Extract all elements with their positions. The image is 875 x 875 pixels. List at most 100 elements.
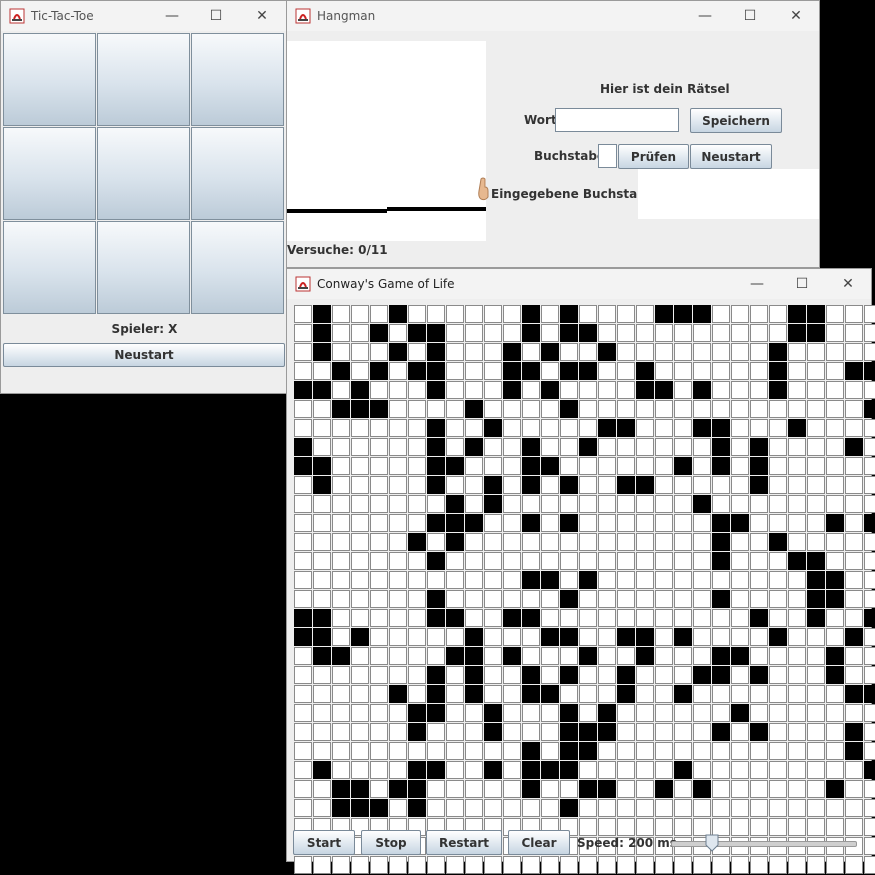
life-cell[interactable] (750, 343, 768, 361)
life-cell[interactable] (541, 761, 559, 779)
life-cell[interactable] (617, 818, 635, 836)
life-cell[interactable] (845, 400, 863, 418)
life-cell[interactable] (655, 609, 673, 627)
life-cell[interactable] (788, 666, 806, 684)
life-cell[interactable] (750, 457, 768, 475)
life-cell[interactable] (864, 362, 875, 380)
life-cell[interactable] (636, 438, 654, 456)
life-cell[interactable] (465, 647, 483, 665)
life-cell[interactable] (655, 628, 673, 646)
life-cell[interactable] (313, 571, 331, 589)
life-cell[interactable] (522, 609, 540, 627)
life-cell[interactable] (370, 628, 388, 646)
life-cell[interactable] (655, 666, 673, 684)
life-cell[interactable] (598, 457, 616, 475)
life-cell[interactable] (750, 324, 768, 342)
life-cell[interactable] (845, 362, 863, 380)
life-cell[interactable] (750, 533, 768, 551)
life-cell[interactable] (731, 381, 749, 399)
life-cell[interactable] (294, 609, 312, 627)
life-cell[interactable] (294, 305, 312, 323)
life-cell[interactable] (408, 552, 426, 570)
life-cell[interactable] (522, 400, 540, 418)
life-cell[interactable] (522, 628, 540, 646)
life-cell[interactable] (484, 666, 502, 684)
life-cell[interactable] (351, 704, 369, 722)
life-cell[interactable] (712, 742, 730, 760)
life-cell[interactable] (598, 590, 616, 608)
life-cell[interactable] (750, 419, 768, 437)
life-cell[interactable] (541, 780, 559, 798)
life-cell[interactable] (617, 381, 635, 399)
life-cell[interactable] (826, 761, 844, 779)
restart-button[interactable]: Restart (426, 830, 502, 855)
life-cell[interactable] (560, 628, 578, 646)
life-cell[interactable] (313, 514, 331, 532)
life-cell[interactable] (864, 324, 875, 342)
life-cell[interactable] (712, 419, 730, 437)
life-cell[interactable] (332, 571, 350, 589)
life-cell[interactable] (313, 438, 331, 456)
life-cell[interactable] (560, 438, 578, 456)
life-cell[interactable] (788, 495, 806, 513)
life-cell[interactable] (636, 742, 654, 760)
life-cell[interactable] (864, 723, 875, 741)
life-cell[interactable] (579, 666, 597, 684)
life-cell[interactable] (769, 438, 787, 456)
life-cell[interactable] (351, 609, 369, 627)
life-cell[interactable] (636, 647, 654, 665)
life-cell[interactable] (522, 666, 540, 684)
life-cell[interactable] (693, 856, 711, 874)
life-cell[interactable] (446, 799, 464, 817)
life-cell[interactable] (845, 666, 863, 684)
life-cell[interactable] (731, 856, 749, 874)
life-cell[interactable] (446, 305, 464, 323)
life-cell[interactable] (845, 419, 863, 437)
life-cell[interactable] (807, 704, 825, 722)
life-cell[interactable] (351, 856, 369, 874)
life-cell[interactable] (826, 419, 844, 437)
life-cell[interactable] (541, 324, 559, 342)
life-cell[interactable] (446, 343, 464, 361)
life-cell[interactable] (845, 723, 863, 741)
life-cell[interactable] (579, 609, 597, 627)
life-cell[interactable] (389, 780, 407, 798)
life-cell[interactable] (674, 590, 692, 608)
life-cell[interactable] (389, 856, 407, 874)
life-cell[interactable] (617, 571, 635, 589)
life-cell[interactable] (446, 761, 464, 779)
life-cell[interactable] (636, 666, 654, 684)
life-cell[interactable] (807, 343, 825, 361)
life-cell[interactable] (693, 723, 711, 741)
life-cell[interactable] (446, 533, 464, 551)
life-cell[interactable] (370, 590, 388, 608)
life-cell[interactable] (750, 609, 768, 627)
life-cell[interactable] (294, 685, 312, 703)
life-cell[interactable] (389, 647, 407, 665)
life-cell[interactable] (351, 685, 369, 703)
life-cell[interactable] (389, 761, 407, 779)
life-cell[interactable] (864, 799, 875, 817)
life-cell[interactable] (636, 552, 654, 570)
life-cell[interactable] (693, 780, 711, 798)
life-cell[interactable] (731, 742, 749, 760)
life-cell[interactable] (389, 305, 407, 323)
life-cell[interactable] (351, 571, 369, 589)
life-cell[interactable] (446, 476, 464, 494)
life-cell[interactable] (731, 343, 749, 361)
life-cell[interactable] (845, 856, 863, 874)
life-cell[interactable] (427, 343, 445, 361)
life-cell[interactable] (541, 666, 559, 684)
life-cell[interactable] (674, 723, 692, 741)
life-cell[interactable] (522, 856, 540, 874)
life-cell[interactable] (313, 590, 331, 608)
life-cell[interactable] (693, 761, 711, 779)
life-cell[interactable] (636, 343, 654, 361)
life-cell[interactable] (446, 400, 464, 418)
life-cell[interactable] (826, 457, 844, 475)
life-cell[interactable] (864, 609, 875, 627)
life-cell[interactable] (370, 723, 388, 741)
life-cell[interactable] (807, 780, 825, 798)
life-cell[interactable] (598, 609, 616, 627)
life-cell[interactable] (370, 780, 388, 798)
